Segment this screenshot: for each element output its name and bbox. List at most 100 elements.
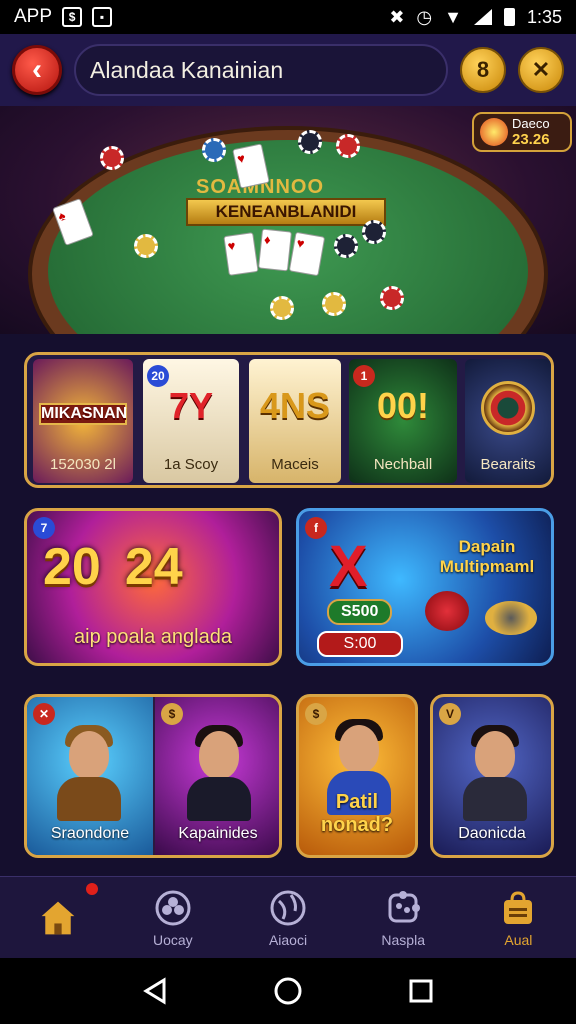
wallet-button[interactable]: 8 (460, 47, 506, 93)
slot-title: MIKASNAN (39, 403, 127, 425)
playing-card: ♦ (257, 228, 293, 272)
character-portrait (459, 725, 531, 821)
poker-chip (100, 146, 124, 170)
slot-tile[interactable]: 1 00! Nechball (349, 359, 457, 483)
fire-icon (480, 118, 508, 146)
nav-globe[interactable]: Aiaoci (230, 877, 345, 958)
promo-title: Dapain Multipmaml (439, 537, 535, 576)
signal-icon (473, 9, 492, 25)
character-card[interactable]: $ Kapainides (155, 697, 279, 855)
character-card[interactable]: ✕ Sraondone (27, 697, 153, 855)
slot-label: 152030 2l (50, 456, 116, 473)
multiplier-mark: X (329, 534, 368, 599)
poker-chip (298, 130, 322, 154)
price-tag: S:00 (317, 631, 403, 657)
promo-number: 24 (124, 538, 183, 596)
slot-tile[interactable]: MIKASNAN 152030 2l (33, 359, 133, 483)
poker-chip (270, 296, 294, 320)
notification-icon: $ (62, 7, 83, 27)
chip-amount: S500 (327, 599, 393, 625)
score-badge[interactable]: Daeco 23.26 (472, 112, 572, 152)
slot-title: 00! (376, 385, 430, 426)
home-icon (38, 898, 78, 938)
alarm-icon: ◷ (416, 6, 433, 27)
battery-icon (503, 8, 515, 26)
bag-icon (498, 888, 538, 928)
slot-tile[interactable]: Bearaits (465, 359, 551, 483)
slot-tile[interactable]: 4NS Maceis (249, 359, 341, 483)
puzzle-icon (383, 888, 423, 928)
poker-chip (322, 292, 346, 316)
top-bar: ‹ Alandaa Kanainian 8 ✕ (0, 34, 576, 106)
slot-title: 4NS (259, 385, 331, 426)
hero-banner[interactable]: SOAMNNOO KENEANBLANIDI ♥ ♦ ♥ ♠ ♥ Daeco 2… (0, 106, 576, 334)
character-card[interactable]: $ Patil nonad? (296, 694, 418, 858)
character-name: Daonicda (458, 825, 526, 842)
promo-badge: 7 (33, 517, 55, 539)
nav-label: Uocay (152, 931, 193, 948)
promo-caption: aip poala anglada (74, 626, 232, 648)
promo-badge: f (305, 517, 327, 539)
bottom-nav: Uocay Aiaoci Naspla Aual (0, 876, 576, 958)
character-card-group: ✕ Sraondone $ Kapainides (24, 694, 282, 858)
score-label: Daeco (512, 115, 550, 131)
slot-label: Nechball (373, 456, 433, 473)
poker-chip (380, 286, 404, 310)
hammer-icon: ✕ (531, 57, 551, 82)
score-value: 23.26 (512, 130, 550, 148)
page-title: Alandaa Kanainian (74, 44, 448, 96)
poker-chip (202, 138, 226, 162)
nav-label: Aual (504, 931, 533, 948)
nav-clover[interactable]: Uocay (115, 877, 230, 958)
character-portrait (53, 725, 125, 821)
tools-button[interactable]: ✕ (518, 47, 564, 93)
character-name: Kapainides (178, 825, 258, 842)
poker-chip (134, 234, 158, 258)
poker-chip (362, 220, 386, 244)
status-bar: APP $ ▪ ✖ ◷ ▼ 1:35 (0, 0, 576, 34)
clover-icon (153, 888, 193, 928)
screen-icon: ▪ (92, 7, 113, 27)
app-label: APP (14, 6, 53, 27)
nav-puzzle[interactable]: Naspla (346, 877, 461, 958)
slot-label: Maceis (271, 456, 319, 473)
chevron-left-icon: ‹ (32, 53, 42, 86)
slot-badge: 20 (147, 365, 169, 387)
promo-number: 20 (43, 538, 101, 596)
promo-card-multiplayer[interactable]: f X Dapain Multipmaml S500 S:00 (296, 508, 554, 666)
slots-panel: MIKASNAN 152030 2l 20 7Y 1a Scoy 4NS Mac… (24, 352, 554, 488)
mute-icon: ✖ (389, 6, 405, 27)
nav-home[interactable] (0, 877, 115, 958)
character-card[interactable]: V Daonicda (430, 694, 554, 858)
felt-banner: KENEANBLANIDI (186, 198, 386, 226)
globe-icon (268, 888, 308, 928)
nav-bag[interactable]: Aual (461, 877, 576, 958)
character-portrait (183, 725, 255, 821)
character-name: Patil nonad? (320, 791, 394, 836)
back-button[interactable]: ‹ (12, 45, 62, 95)
notification-dot (86, 883, 98, 895)
pot-icon (485, 601, 537, 635)
nav-label: Naspla (381, 931, 425, 948)
bolt-icon: V (439, 703, 461, 725)
rose-icon (425, 591, 469, 631)
slot-tile[interactable]: 20 7Y 1a Scoy (143, 359, 239, 483)
slot-title: 7Y (168, 385, 214, 426)
nav-label: Aiaoci (268, 931, 308, 948)
wifi-icon: ▼ (444, 6, 462, 27)
system-nav-bar (0, 958, 576, 1024)
playing-card: ♥ (223, 232, 259, 276)
back-triangle-icon[interactable] (142, 977, 168, 1005)
close-icon[interactable]: ✕ (33, 703, 55, 725)
coin-icon: $ (161, 703, 183, 725)
slot-badge: 1 (353, 365, 375, 387)
slot-label: 1a Scoy (163, 456, 219, 473)
slot-label: Bearaits (480, 456, 536, 473)
character-name: Sraondone (50, 825, 130, 842)
recents-square-icon[interactable] (408, 978, 434, 1004)
poker-chip (334, 234, 358, 258)
home-circle-icon[interactable] (273, 976, 303, 1006)
promo-card-jackpot[interactable]: 7 20 24 aip poala anglada (24, 508, 282, 666)
clock: 1:35 (526, 6, 562, 27)
poker-chip (336, 134, 360, 158)
